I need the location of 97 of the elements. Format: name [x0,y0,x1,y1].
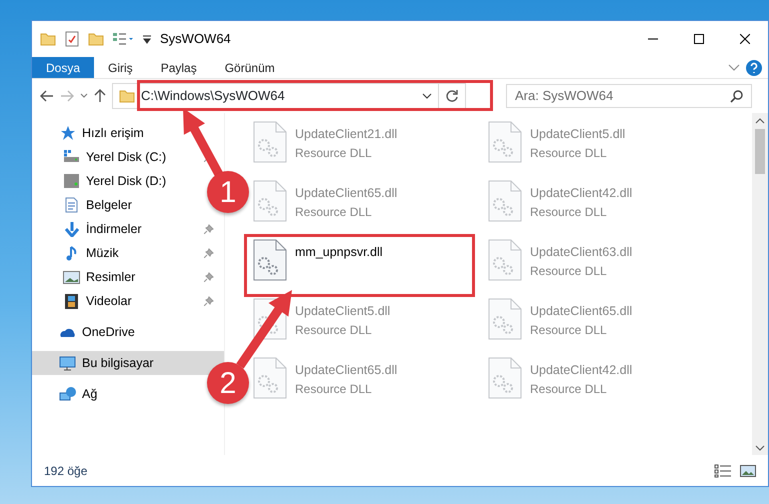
back-icon[interactable] [40,90,54,102]
folder-icon [119,89,135,103]
dll-file-icon [253,121,287,163]
dll-file-icon [253,357,287,399]
computer-icon [59,355,76,371]
file-type: Resource DLL [530,380,608,398]
sidebar-item[interactable]: Resimler [32,265,224,289]
sidebar-item[interactable]: İndirmeler [32,217,224,241]
file-type: Resource DLL [295,144,373,162]
file-item[interactable]: UpdateClient42.dll Resource DLL [484,357,640,403]
drive-icon [63,149,80,165]
file-type: Resource DLL [295,322,373,339]
sidebar-label: Videolar [86,292,132,310]
dll-file-icon [488,180,522,222]
large-icons-view-icon[interactable] [740,464,756,478]
sidebar-item[interactable]: Yerel Disk (D:) [32,169,176,193]
search-placeholder: Ara: SysWOW64 [515,87,614,106]
file-name: UpdateClient42.dll [530,362,632,379]
dll-file-icon [253,180,287,222]
up-icon[interactable] [94,89,106,103]
sidebar-item[interactable]: Ağ [32,382,108,406]
file-item[interactable]: UpdateClient5.dll Resource DLL [484,121,634,167]
scroll-down-icon[interactable] [755,444,765,452]
file-name: mm_upnpsvr.dll [295,244,383,261]
dll-file-icon [488,298,522,340]
file-name: UpdateClient5.dll [530,126,626,143]
address-path: C:\Windows\SysWOW64 [141,87,285,106]
sidebar-label: Yerel Disk (D:) [86,172,166,190]
scroll-up-icon[interactable] [755,117,765,125]
file-name: UpdateClient5.dll [295,303,390,320]
ribbon-tab[interactable]: Görünüm [210,57,289,78]
item-count: 192 öğe [44,462,88,480]
sidebar-label: Belgeler [86,196,132,214]
maximize-icon [694,34,704,44]
file-name: UpdateClient63.dll [530,244,632,261]
file-type: Resource DLL [530,204,608,221]
sidebar-label: Resimler [86,268,136,286]
ribbon-tab[interactable]: Giriş [94,57,147,78]
expand-ribbon-icon[interactable] [728,64,740,72]
star-icon [59,125,76,141]
file-item[interactable]: mm_upnpsvr.dll [249,239,391,285]
recent-locations-icon[interactable] [80,93,88,99]
document-icon [63,197,80,213]
sidebar-label: OneDrive [82,324,135,341]
file-item[interactable]: UpdateClient63.dll Resource DLL [484,239,640,285]
file-name: UpdateClient65.dll [295,362,398,379]
details-view-icon[interactable] [714,464,732,478]
close-icon [740,34,750,44]
help-icon[interactable] [746,60,762,76]
ribbon-tab[interactable]: Dosya [32,57,94,78]
file-type: Resource DLL [530,262,608,280]
dropdown-icon[interactable] [422,93,432,99]
file-type: Resource DLL [530,322,608,339]
sidebar-label: Hızlı erişim [82,124,144,142]
search-field[interactable]: Ara: SysWOW64 [506,84,752,108]
search-icon [730,90,743,102]
file-type: Resource DLL [295,204,373,221]
properties-icon[interactable] [64,31,80,47]
sidebar-label: Bu bilgisayar [82,354,154,372]
picture-icon [63,269,80,285]
sidebar-item[interactable]: Bu bilgisayar [32,351,224,375]
dropdown-icon[interactable] [142,34,152,44]
sidebar-label: Ağ [82,386,98,403]
sidebar-item[interactable]: Videolar [32,289,224,313]
sidebar-item[interactable]: Müzik [32,241,224,265]
sidebar-label: Yerel Disk (C:) [86,148,166,166]
scrollbar[interactable] [752,113,768,455]
network-icon [59,386,76,402]
file-item[interactable]: UpdateClient42.dll Resource DLL [484,180,640,226]
file-item[interactable]: UpdateClient21.dll Resource DLL [249,121,406,167]
file-name: UpdateClient21.dll [295,126,398,143]
sidebar-item[interactable]: OneDrive [32,320,145,344]
window-title: SysWOW64 [160,30,231,48]
file-type: Resource DLL [295,380,373,398]
file-item[interactable]: UpdateClient65.dll Resource DLL [249,180,406,226]
file-item[interactable]: UpdateClient65.dll Resource DLL [484,298,640,344]
sidebar-label: Müzik [86,244,119,262]
sidebar-item[interactable]: Hızlı erişim [32,121,154,145]
dll-file-icon [488,357,522,399]
download-arrow-icon [63,221,80,237]
dll-file-icon [253,239,287,281]
dll-file-icon [488,239,522,281]
scroll-thumb[interactable] [755,129,765,174]
file-name: UpdateClient42.dll [530,185,632,202]
refresh-icon[interactable] [445,89,459,103]
film-strip-icon [63,293,80,309]
drive-icon [63,173,80,189]
view-list-icon[interactable] [112,32,134,46]
file-item[interactable]: UpdateClient65.dll Resource DLL [249,357,406,403]
ribbon-tab[interactable]: Paylaş [146,57,211,78]
file-name: UpdateClient65.dll [530,303,632,320]
dll-file-icon [488,121,522,163]
address-bar[interactable]: C:\Windows\SysWOW64 [112,83,466,109]
file-type: Resource DLL [530,144,608,162]
file-name: UpdateClient65.dll [295,185,398,202]
sidebar-item[interactable]: Belgeler [32,193,142,217]
sidebar-label: İndirmeler [86,220,142,238]
